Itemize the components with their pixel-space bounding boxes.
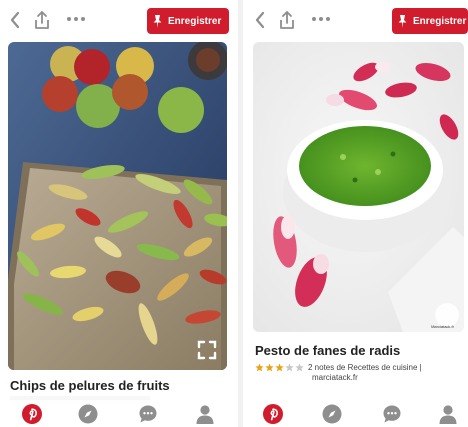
pinterest-home-icon[interactable] [22,404,42,424]
source-link[interactable]: marciatack.fr [312,373,358,382]
panel-divider [238,0,243,427]
back-arrow-icon[interactable] [8,10,22,30]
messages-icon[interactable] [138,404,158,424]
share-icon[interactable] [278,10,296,30]
pinterest-home-icon[interactable] [263,404,283,424]
expand-icon[interactable] [197,340,217,360]
messages-icon[interactable] [382,404,402,424]
fruit-chips-photo [8,42,227,370]
pin-detail-right: Enregistrer Marciatack.fr Pesto de fanes… [245,0,468,427]
save-button[interactable]: Enregistrer [392,8,468,34]
radish-pesto-photo [253,42,464,332]
star-empty-icon [285,362,294,371]
pin-toolbar: Enregistrer [245,6,468,36]
bottom-navigation [0,400,236,427]
rating-row: 2 notes de Recettes de cuisine | [255,361,422,373]
pin-icon [398,14,407,28]
more-icon[interactable] [66,12,86,26]
star-filled-icon [265,362,274,371]
save-button-label: Enregistrer [168,15,222,27]
star-filled-icon [255,362,264,371]
pin-image-fruit-chips[interactable] [8,42,227,370]
star-filled-icon [275,362,284,371]
save-button[interactable]: Enregistrer [147,8,229,34]
pin-title: Chips de pelures de fruits [10,378,170,393]
pin-image-radish-pesto[interactable]: Marciatack.fr [253,42,464,332]
pin-detail-left: Enregistrer Chips de pelures de fruits [0,0,236,427]
pin-icon [153,14,162,28]
rating-text: 2 notes de Recettes de cuisine | [308,362,422,372]
profile-icon[interactable] [195,404,215,424]
share-icon[interactable] [33,10,51,30]
save-button-label: Enregistrer [413,15,467,27]
back-arrow-icon[interactable] [253,10,267,30]
more-icon[interactable] [311,12,331,26]
pin-title: Pesto de fanes de radis [255,343,401,358]
screen: Enregistrer Chips de pelures de fruits E… [0,0,468,427]
star-empty-icon [295,362,304,371]
image-watermark: Marciatack.fr [431,324,454,329]
bottom-navigation [245,400,468,427]
explore-compass-icon[interactable] [78,404,98,424]
pin-toolbar: Enregistrer [0,6,236,36]
profile-icon[interactable] [438,404,458,424]
explore-compass-icon[interactable] [322,404,342,424]
